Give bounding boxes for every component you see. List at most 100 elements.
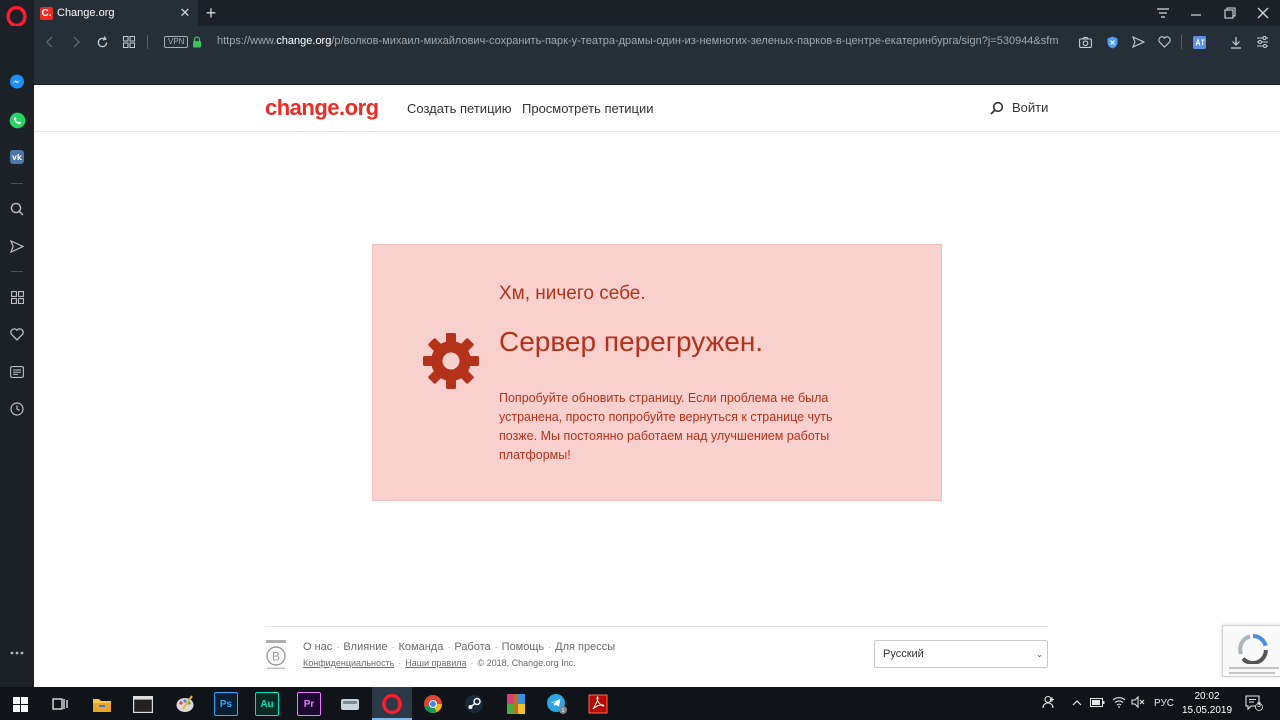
windows-start-icon[interactable] — [8, 692, 32, 716]
recaptcha-terms-line — [1229, 672, 1275, 674]
gear-icon — [423, 333, 479, 389]
more-icon[interactable] — [8, 644, 26, 662]
minimize-icon[interactable] — [1186, 3, 1206, 23]
messenger-icon[interactable] — [8, 73, 26, 91]
bookmarks-bar — [34, 58, 1280, 85]
vk-icon[interactable]: vk — [8, 148, 26, 166]
search-icon[interactable] — [8, 200, 26, 218]
windows-taskbar: Ps Au Pr 1 РУС 20:02 15.05.2019 3 — [0, 687, 1280, 720]
footer-link-privacy[interactable]: Конфиденциальность — [303, 658, 394, 668]
opera-taskbar-icon[interactable] — [380, 692, 404, 716]
news-icon[interactable] — [8, 363, 26, 381]
opera-logo-icon[interactable] — [6, 6, 27, 27]
footer-links: О нас · Влияние · Команда · Работа · Помощь · Для … — [303, 641, 616, 653]
acrobat-icon[interactable] — [586, 692, 610, 716]
file-explorer-icon[interactable] — [90, 692, 114, 716]
paint-app-icon[interactable] — [173, 692, 197, 716]
toolbar-divider — [147, 35, 148, 49]
login-link[interactable]: Войти — [990, 100, 1048, 115]
sidebar-separator — [11, 271, 23, 272]
terminal-app-icon[interactable] — [131, 692, 155, 716]
reload-icon[interactable] — [93, 33, 111, 51]
task-view-icon[interactable] — [48, 692, 72, 716]
address-bar[interactable]: https://www.change.org/p/волков-михаил-м… — [217, 35, 1079, 47]
adblock-shield-icon[interactable] — [1103, 33, 1121, 51]
history-clock-icon[interactable] — [8, 400, 26, 418]
toolbar-divider — [1181, 35, 1182, 49]
whatsapp-icon[interactable] — [8, 111, 26, 129]
action-center-icon[interactable]: 3 — [1245, 695, 1263, 714]
volume-muted-icon[interactable] — [1131, 695, 1145, 711]
back-icon[interactable] — [41, 33, 59, 51]
input-language[interactable]: РУС — [1154, 698, 1174, 709]
browser-tab-bar: C. Change.org ✕ + — [0, 0, 1280, 27]
recaptcha-terms-line — [1229, 667, 1279, 669]
web-page: change.org Создать петицию Просмотреть п… — [34, 85, 1280, 687]
b-corp-certified-icon[interactable]: B — [265, 639, 287, 671]
tab-menu-icon[interactable] — [1153, 3, 1173, 23]
disk-utility-icon[interactable] — [338, 692, 362, 716]
change-org-logo[interactable]: change.org — [265, 95, 379, 121]
close-window-icon[interactable] — [1253, 3, 1273, 23]
flow-send-icon[interactable] — [8, 237, 26, 255]
bookmarks-heart-icon[interactable] — [8, 325, 26, 343]
speed-dial-sidebar-icon[interactable] — [8, 288, 26, 306]
url-prefix: https://www. — [217, 35, 277, 47]
winrar-icon[interactable] — [504, 692, 528, 716]
footer-legal: Конфиденциальность · Наши правила · © 2018, … — [303, 658, 576, 668]
snapshot-icon[interactable] — [1076, 33, 1094, 51]
search-icon[interactable] — [990, 101, 1004, 115]
footer-link-press[interactable]: Для прессы — [555, 641, 615, 653]
battery-icon[interactable] — [1090, 698, 1105, 710]
wifi-icon[interactable] — [1112, 696, 1126, 711]
sidebar-separator — [11, 183, 23, 184]
restore-icon[interactable] — [1220, 3, 1240, 23]
footer-link-help[interactable]: Помощь — [502, 641, 545, 653]
nav-browse-petitions[interactable]: Просмотреть петиции — [522, 101, 654, 116]
url-host: change.org — [276, 35, 332, 47]
url-path: /p/волков-михаил-михайлович-сохранить-па… — [331, 35, 1059, 47]
forward-icon[interactable] — [67, 33, 85, 51]
recaptcha-icon — [1238, 634, 1268, 664]
tab-close-icon[interactable]: ✕ — [178, 6, 192, 20]
footer-link-about[interactable]: О нас — [303, 641, 332, 653]
new-tab-icon[interactable]: + — [202, 4, 220, 22]
premiere-icon[interactable]: Pr — [297, 692, 321, 716]
easy-setup-icon[interactable] — [1253, 33, 1271, 51]
photoshop-icon[interactable]: Ps — [214, 692, 238, 716]
language-select[interactable]: Русский ⌄ — [874, 640, 1048, 668]
svg-text:B: B — [272, 650, 280, 664]
send-icon[interactable] — [1129, 33, 1147, 51]
steam-icon[interactable] — [462, 692, 486, 716]
chevron-down-icon: ⌄ — [1036, 650, 1043, 659]
tab-title: Change.org — [57, 7, 115, 19]
chevron-up-icon[interactable] — [1072, 698, 1082, 709]
download-icon[interactable] — [1227, 33, 1245, 51]
clock-time: 20:02 — [1194, 691, 1220, 702]
nav-create-petition[interactable]: Создать петицию — [407, 101, 512, 116]
footer-link-jobs[interactable]: Работа — [454, 641, 490, 653]
recaptcha-badge[interactable] — [1222, 625, 1280, 677]
browser-toolbar: VPN https://www.change.org/p/волков-миха… — [34, 26, 1280, 58]
footer-link-team[interactable]: Команда — [399, 641, 444, 653]
translate-extension-icon[interactable] — [1190, 33, 1208, 51]
system-clock[interactable]: 20:02 15.05.2019 — [1180, 690, 1234, 718]
svg-text:1: 1 — [561, 708, 564, 714]
audition-icon[interactable]: Au — [255, 692, 279, 716]
svg-text:vk: vk — [12, 153, 23, 162]
telegram-icon[interactable]: 1 — [545, 692, 569, 716]
speed-dial-icon[interactable] — [120, 33, 138, 51]
footer-link-rules[interactable]: Наши правила — [405, 658, 466, 668]
error-title: Сервер перегружен. — [499, 326, 764, 357]
bookmark-heart-icon[interactable] — [1155, 33, 1173, 51]
vpn-badge[interactable]: VPN — [164, 36, 189, 48]
lock-icon[interactable] — [192, 36, 202, 48]
error-subtitle: Хм, ничего себе. — [499, 283, 646, 304]
footer-link-impact[interactable]: Влияние — [343, 641, 387, 653]
login-label: Войти — [1012, 100, 1049, 115]
chrome-icon[interactable] — [421, 692, 445, 716]
language-selected-value: Русский — [883, 648, 924, 660]
footer-copyright: © 2018, Change.org Inc. — [477, 658, 576, 668]
tab-change-org[interactable]: C. Change.org ✕ — [34, 0, 198, 26]
people-icon[interactable] — [1042, 695, 1056, 712]
